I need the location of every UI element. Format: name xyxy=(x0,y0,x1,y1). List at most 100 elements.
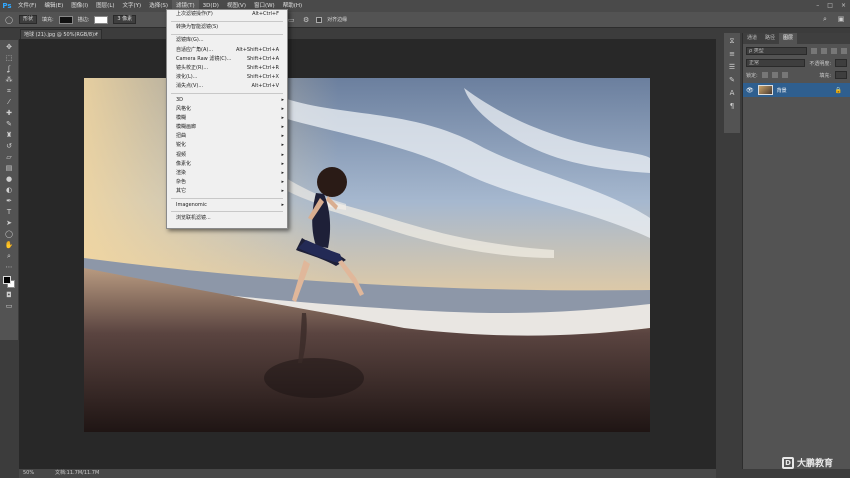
gear-icon[interactable]: ⚙ xyxy=(301,15,311,25)
submenu-arrow-icon: ▸ xyxy=(281,201,284,208)
filter-shape-icon[interactable] xyxy=(841,48,847,54)
filter-pixel-icon[interactable] xyxy=(811,48,817,54)
align-edges-checkbox[interactable] xyxy=(316,16,323,23)
menu-item-label: 消失点(V)... xyxy=(176,83,204,90)
layer-kind-filter[interactable]: ρ 类型 xyxy=(746,47,807,55)
gradient-tool-icon[interactable]: ▤ xyxy=(2,163,16,173)
screen-mode-icon[interactable]: ▭ xyxy=(2,301,16,311)
submenu-item[interactable]: 风格化 ▸ xyxy=(167,105,287,114)
magic-wand-tool-icon[interactable]: ⁂ xyxy=(2,75,16,85)
menu-item[interactable]: 图层(L) xyxy=(92,0,118,12)
tab-layers[interactable]: 图层 xyxy=(779,33,798,44)
submenu-item[interactable]: 杂色 ▸ xyxy=(167,178,287,187)
foreground-color[interactable] xyxy=(3,276,11,284)
paragraph-icon[interactable]: ¶ xyxy=(727,102,737,111)
blend-mode-select[interactable]: 正常 xyxy=(746,59,806,67)
menu-separator xyxy=(171,33,283,35)
eye-icon[interactable]: 👁 xyxy=(746,87,754,94)
close-button[interactable]: × xyxy=(841,0,846,12)
dodge-tool-icon[interactable]: ◐ xyxy=(2,185,16,195)
fill-label: 填充: xyxy=(819,72,831,79)
filter-type-icon[interactable] xyxy=(831,48,837,54)
submenu-item[interactable]: 视频 ▸ xyxy=(167,151,287,160)
doc-size[interactable]: 文档:11.7M/11.7M xyxy=(55,469,99,478)
adjustments-icon[interactable]: ☰ xyxy=(727,63,737,72)
menu-command[interactable]: 转换为智能滤镜(S) xyxy=(167,23,287,32)
menu-item-label: 视频 xyxy=(176,151,187,158)
healing-brush-tool-icon[interactable]: ✚ xyxy=(2,108,16,118)
workspace-icon[interactable]: ▣ xyxy=(836,14,846,24)
menu-command[interactable]: 浏览联机滤镜... xyxy=(167,214,287,223)
search-icon[interactable]: ⌕ xyxy=(820,14,830,24)
more-tools-icon[interactable]: ⋯ xyxy=(2,262,16,272)
shape-tool-icon[interactable]: ◯ xyxy=(2,229,16,239)
menu-item[interactable]: 文件(F) xyxy=(14,0,40,12)
menu-command[interactable]: 消失点(V)... Alt+Ctrl+V xyxy=(167,82,287,91)
document-tab[interactable]: 地球 (21).jpg @ 50%(RGB/8) * × xyxy=(20,29,102,39)
brush-tool-icon[interactable]: ✎ xyxy=(2,119,16,129)
submenu-item[interactable]: 像素化 ▸ xyxy=(167,160,287,169)
stroke-swatch[interactable] xyxy=(94,15,109,24)
path-selection-tool-icon[interactable]: ➤ xyxy=(2,218,16,228)
move-tool-icon[interactable]: ✥ xyxy=(2,42,16,52)
marquee-tool-icon[interactable]: ⬚ xyxy=(2,53,16,63)
ellipse-tool-icon[interactable]: ◯ xyxy=(4,15,14,25)
filter-adjust-icon[interactable] xyxy=(821,48,827,54)
zoom-level[interactable]: 50% xyxy=(23,469,34,478)
menu-item[interactable]: 图像(I) xyxy=(67,0,92,12)
lock-position-icon[interactable] xyxy=(771,72,778,78)
eraser-tool-icon[interactable]: ▱ xyxy=(2,152,16,162)
opacity-input[interactable] xyxy=(835,59,847,67)
clone-stamp-tool-icon[interactable]: ♜ xyxy=(2,130,16,140)
submenu-arrow-icon: ▸ xyxy=(281,96,284,103)
history-brush-tool-icon[interactable]: ↺ xyxy=(2,141,16,151)
panel-tabs: 通道 路径 图层 xyxy=(743,33,850,44)
menu-item-label: 上次滤镜操作(F) xyxy=(176,11,213,17)
zoom-tool-icon[interactable]: ⌕ xyxy=(2,251,16,261)
menu-item[interactable]: 编辑(E) xyxy=(40,0,67,12)
minimize-button[interactable]: – xyxy=(816,0,819,12)
menu-command[interactable]: 滤镜库(G)... xyxy=(167,36,287,45)
status-bar: 50% 文档:11.7M/11.7M xyxy=(19,469,716,478)
tab-paths[interactable]: 路径 xyxy=(761,33,779,44)
fill-swatch[interactable] xyxy=(58,15,73,24)
menu-command[interactable]: 上次滤镜操作(F) Alt+Ctrl+F xyxy=(167,10,287,19)
lock-pixels-icon[interactable] xyxy=(761,72,768,78)
character-icon[interactable]: A xyxy=(727,89,737,98)
type-tool-icon[interactable]: T xyxy=(2,207,16,217)
submenu-item[interactable]: 扭曲 ▸ xyxy=(167,132,287,141)
lasso-tool-icon[interactable]: ʆ xyxy=(2,64,16,74)
submenu-arrow-icon: ▸ xyxy=(281,160,284,167)
submenu-item[interactable]: 渲染 ▸ xyxy=(167,169,287,178)
menu-command[interactable]: 自适应广角(A)... Alt+Shift+Ctrl+A xyxy=(167,46,287,55)
submenu-item[interactable]: 其它 ▸ xyxy=(167,187,287,196)
hand-tool-icon[interactable]: ✋ xyxy=(2,240,16,250)
lock-all-icon[interactable] xyxy=(781,72,788,78)
submenu-item[interactable]: 锐化 ▸ xyxy=(167,141,287,150)
quick-mask-icon[interactable]: ◘ xyxy=(2,290,16,300)
menu-item-label: 锐化 xyxy=(176,142,187,149)
submenu-item[interactable]: 模糊画廊 ▸ xyxy=(167,123,287,132)
pen-tool-icon[interactable]: ✒ xyxy=(2,196,16,206)
layer-row[interactable]: 👁 背景 🔒 xyxy=(743,83,850,97)
submenu-item[interactable]: 模糊 ▸ xyxy=(167,114,287,123)
menu-command[interactable]: 液化(L)... Shift+Ctrl+X xyxy=(167,73,287,82)
history-icon[interactable]: ⧖ xyxy=(727,37,737,46)
ps-logo: Ps xyxy=(2,2,12,10)
submenu-item[interactable]: Imagenomic ▸ xyxy=(167,201,287,210)
crop-tool-icon[interactable]: ⌗ xyxy=(2,86,16,96)
tab-channels[interactable]: 通道 xyxy=(743,33,761,44)
menu-item[interactable]: 文字(Y) xyxy=(119,0,146,12)
fill-input[interactable] xyxy=(835,71,847,79)
color-swatches[interactable] xyxy=(2,275,16,289)
blur-tool-icon[interactable]: ● xyxy=(2,174,16,184)
menu-command[interactable]: Camera Raw 滤镜(C)... Shift+Ctrl+A xyxy=(167,55,287,64)
shape-mode-select[interactable]: 形状 xyxy=(19,15,38,24)
submenu-item[interactable]: 3D ▸ xyxy=(167,96,287,105)
menu-command[interactable]: 镜头校正(R)... Shift+Ctrl+R xyxy=(167,64,287,73)
brush-presets-icon[interactable]: ✎ xyxy=(727,76,737,85)
stroke-width-select[interactable]: 3 像素 xyxy=(113,15,137,24)
maximize-button[interactable]: □ xyxy=(827,0,833,12)
eyedropper-tool-icon[interactable]: ⁄ xyxy=(2,97,16,107)
properties-icon[interactable]: ≡ xyxy=(727,50,737,59)
